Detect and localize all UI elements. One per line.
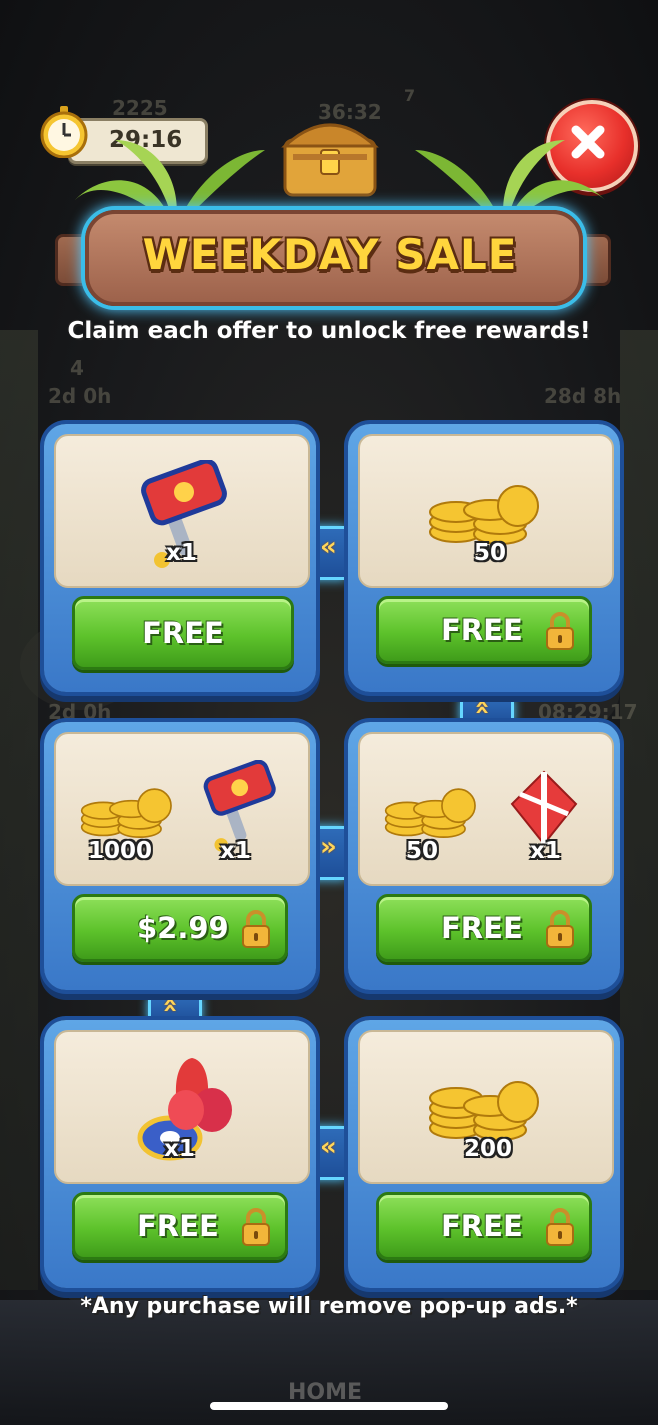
offer-2-button-label: FREE <box>441 613 523 647</box>
arrow-right-icon: » <box>320 832 337 862</box>
offer-6-rewards: 200 <box>358 1030 614 1184</box>
coins-icon <box>429 485 539 545</box>
offer-card-6: 200 FREE <box>348 1020 620 1288</box>
offer-3-item-1-qty: 1000 <box>88 838 153 864</box>
coins-icon <box>429 1081 539 1141</box>
offer-4-free-button[interactable]: FREE <box>376 894 592 962</box>
bg-left-event-count: 4 <box>70 356 84 380</box>
offer-1-item-1-qty: x1 <box>166 540 197 566</box>
bg-right-event-time: 28d 8h <box>544 384 622 408</box>
footer-note: *Any purchase will remove pop-up ads.* <box>80 1294 578 1319</box>
offer-2-rewards: 50 <box>358 434 614 588</box>
bg-badge: 7 <box>404 86 416 105</box>
banner-title: WEEKDAY SALE <box>142 230 518 279</box>
offer-4-item-2-qty: x1 <box>530 838 561 864</box>
lock-icon <box>546 612 574 650</box>
offer-card-3: 1000 x1 $2.99 <box>44 722 316 990</box>
offer-5-free-button[interactable]: FREE <box>72 1192 288 1260</box>
offer-3-button-label: $2.99 <box>137 911 229 945</box>
offer-1-button-label: FREE <box>142 616 224 650</box>
offer-card-1: x1 FREE <box>44 424 316 692</box>
offer-5-item-1-qty: x1 <box>164 1136 195 1162</box>
bg-right-event2-time: 08:29:17 <box>538 700 638 724</box>
offer-card-4: 50 x1 FREE <box>348 722 620 990</box>
coins-icon <box>384 788 476 838</box>
offer-5-rewards: x1 <box>54 1030 310 1184</box>
subtitle: Claim each offer to unlock free rewards! <box>67 318 591 344</box>
offer-6-button-label: FREE <box>441 1209 523 1243</box>
bg-left-event2-time: 2d 0h <box>48 700 112 724</box>
offer-5-button-label: FREE <box>137 1209 219 1243</box>
lock-icon <box>242 1208 270 1246</box>
bg-left-event-time: 2d 0h <box>48 384 112 408</box>
offer-4-button-label: FREE <box>441 911 523 945</box>
offer-3-item-2-qty: x1 <box>220 838 251 864</box>
offer-6-item-1-qty: 200 <box>464 1136 513 1162</box>
offer-1-free-button[interactable]: FREE <box>72 596 294 670</box>
lock-icon <box>546 910 574 948</box>
treasure-chest-icon <box>281 123 379 197</box>
offer-2-free-button[interactable]: FREE <box>376 596 592 664</box>
offer-4-item-1-qty: 50 <box>406 838 439 864</box>
home-indicator[interactable] <box>210 1402 448 1410</box>
coins-icon <box>80 788 172 838</box>
sale-banner: WEEKDAY SALE <box>55 110 611 325</box>
offer-2-item-1-qty: 50 <box>474 540 507 566</box>
offer-4-rewards: 50 x1 <box>358 732 614 886</box>
lock-icon <box>242 910 270 948</box>
offer-3-purchase-button[interactable]: $2.99 <box>72 894 288 962</box>
offer-6-free-button[interactable]: FREE <box>376 1192 592 1260</box>
arrow-up-icon: « <box>155 996 186 1014</box>
offer-card-5: x1 FREE <box>44 1020 316 1288</box>
arrow-up-icon: « <box>467 698 498 716</box>
arrow-left-icon: « <box>320 1132 337 1162</box>
lock-icon <box>546 1208 574 1246</box>
offer-3-rewards: 1000 x1 <box>54 732 310 886</box>
offer-card-2: 50 FREE <box>348 424 620 692</box>
offer-1-rewards: x1 <box>54 434 310 588</box>
arrow-left-icon: « <box>320 532 337 562</box>
